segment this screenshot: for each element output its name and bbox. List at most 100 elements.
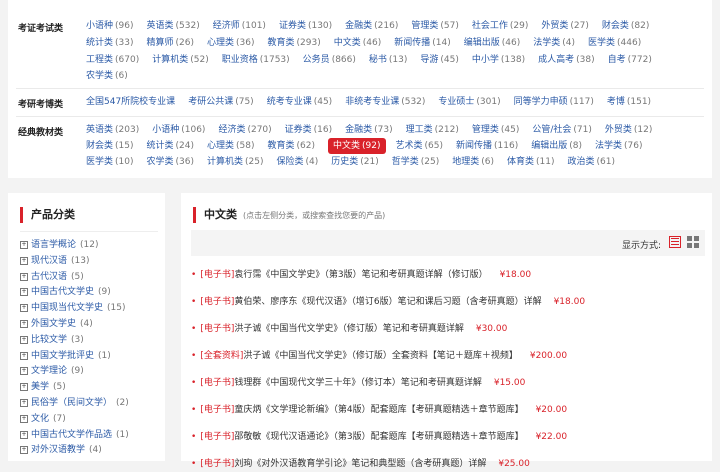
expand-plus-icon[interactable]: + [20, 398, 28, 407]
expand-plus-icon[interactable]: + [20, 319, 28, 328]
category-link[interactable]: 小语种 (96) [86, 18, 134, 34]
product-title-link[interactable]: 洪子诚《中国当代文学史》（修订版）笔记和考研真题详解 [234, 324, 464, 334]
product-item[interactable]: • [电子书]刘珣《对外汉语教育学引论》笔记和典型题（含考研真题）详解 ¥25.00 [191, 456, 530, 472]
category-link[interactable]: 同等学力申硕 (117) [514, 94, 594, 110]
category-link[interactable]: 哲学类 (25) [392, 154, 440, 170]
expand-plus-icon[interactable]: + [20, 335, 28, 344]
expand-plus-icon[interactable]: + [20, 272, 28, 281]
sidebar-item[interactable]: + 美学 (5) [20, 380, 129, 396]
category-link[interactable]: 证券类 (130) [279, 18, 332, 34]
category-link[interactable]: 统计类 (24) [147, 138, 195, 154]
category-link[interactable]: 全国547所院校专业课 [86, 94, 175, 110]
product-item[interactable]: • [全套资料]洪子诚《中国当代文学史》（修订版）全套资料【笔记＋题库＋视频】 ¥2… [191, 348, 567, 364]
category-link[interactable]: 成人高考 (38) [538, 52, 595, 68]
category-link[interactable]: 新闻传播 (14) [394, 35, 451, 51]
category-link[interactable]: 非统考专业课 (532) [345, 94, 425, 110]
sidebar-item[interactable]: + 文化 (7) [20, 412, 129, 428]
product-title-link[interactable]: 洪子诚《中国当代文学史》（修订版）全套资料【笔记＋题库＋视频】 [243, 351, 518, 361]
category-link[interactable]: 职业资格 (1753) [222, 52, 290, 68]
expand-plus-icon[interactable]: + [20, 241, 28, 249]
category-link[interactable]: 证券类 (16) [285, 122, 333, 138]
sidebar-item[interactable]: + 中国文学批评史 (1) [20, 349, 129, 365]
sidebar-item[interactable]: + 对外汉语教学 (4) [20, 443, 129, 459]
product-type-tag[interactable]: [电子书] [200, 432, 234, 442]
category-link[interactable]: 社会工作 (29) [472, 18, 529, 34]
category-link[interactable]: 保险类 (4) [277, 154, 319, 170]
category-link[interactable]: 自考 (772) [608, 52, 652, 68]
product-type-tag[interactable]: [电子书] [200, 405, 234, 415]
category-link[interactable]: 计算机类 (52) [152, 52, 209, 68]
category-link[interactable]: 艺术类 (65) [396, 138, 444, 154]
sidebar-item[interactable]: + 中国古代文学作品选 (1) [20, 428, 129, 444]
category-link[interactable]: 英语类 (203) [86, 122, 139, 138]
category-link[interactable]: 英语类 (532) [147, 18, 200, 34]
category-link[interactable]: 医学类 (10) [86, 154, 134, 170]
category-link[interactable]: 公务员 (866) [303, 52, 356, 68]
product-item[interactable]: • [电子书]袁行霈《中国文学史》（第3版）笔记和考研真题详解（修订版） ¥18.0… [191, 267, 531, 283]
category-link[interactable]: 统考专业课 (45) [267, 94, 333, 110]
sidebar-item[interactable]: + 古代汉语 (5) [20, 270, 129, 286]
list-view-icon[interactable] [669, 236, 681, 248]
grid-view-icon[interactable] [687, 236, 699, 248]
sidebar-item[interactable]: + 现代汉语 (13) [20, 254, 129, 270]
category-link[interactable]: 经济师 (101) [213, 18, 266, 34]
sidebar-item[interactable]: + 中国现当代文学史 (15) [20, 301, 129, 317]
product-item[interactable]: • [电子书]黄伯荣、廖序东《现代汉语》（增订6版）笔记和课后习题（含考研真题）详… [191, 294, 585, 310]
category-link[interactable]: 金融类 (73) [345, 122, 393, 138]
category-link[interactable]: 财会类 (15) [86, 138, 134, 154]
category-link[interactable]: 历史类 (21) [331, 154, 379, 170]
category-link[interactable]: 农学类 (6) [86, 68, 128, 84]
expand-plus-icon[interactable]: + [20, 288, 28, 297]
sidebar-item[interactable]: + 中国古代文学史 (9) [20, 285, 129, 301]
product-title-link[interactable]: 童庆炳《文学理论新编》（第4版）配套题库【考研真题精选＋章节题库】 [234, 405, 523, 415]
category-link[interactable]: 专业硕士 (301) [438, 94, 500, 110]
expand-plus-icon[interactable]: + [20, 430, 28, 439]
expand-plus-icon[interactable]: + [20, 304, 28, 313]
product-title-link[interactable]: 袁行霈《中国文学史》（第3版）笔记和考研真题详解（修订版） [234, 270, 487, 280]
sidebar-item[interactable]: + 文学理论 (9) [20, 364, 129, 380]
category-link[interactable]: 法学类 (76) [595, 138, 643, 154]
category-link[interactable]: 工程类 (670) [86, 52, 139, 68]
category-link[interactable]: 新闻传播 (116) [456, 138, 518, 154]
product-item[interactable]: • [电子书]洪子诚《中国当代文学史》（修订版）笔记和考研真题详解 ¥30.00 [191, 321, 507, 337]
category-link[interactable]: 教育类 (62) [268, 138, 316, 154]
category-link[interactable]: 法学类 (4) [533, 35, 575, 51]
category-link[interactable]: 编辑出版 (8) [531, 138, 582, 154]
category-link[interactable]: 外贸类 (27) [541, 18, 589, 34]
category-link[interactable]: 医学类 (446) [588, 35, 641, 51]
product-item[interactable]: • [电子书]钱理群《中国现代文学三十年》（修订本）笔记和考研真题详解 ¥15.00 [191, 375, 525, 391]
category-link[interactable]: 管理类 (45) [472, 122, 520, 138]
category-link[interactable]: 中文类 (46) [334, 35, 382, 51]
category-link[interactable]: 计算机类 (25) [207, 154, 264, 170]
category-link[interactable]: 秘书 (13) [369, 52, 408, 68]
category-link[interactable]: 心理类 (36) [207, 35, 255, 51]
product-title-link[interactable]: 黄伯荣、廖序东《现代汉语》（增订6版）笔记和课后习题（含考研真题）详解 [234, 297, 541, 307]
category-link[interactable]: 导游 (45) [420, 52, 459, 68]
category-link[interactable]: 统计类 (33) [86, 35, 134, 51]
category-link[interactable]: 农学类 (36) [147, 154, 195, 170]
category-link[interactable]: 体育类 (11) [507, 154, 555, 170]
category-link[interactable]: 教育类 (293) [268, 35, 321, 51]
product-type-tag[interactable]: [电子书] [200, 297, 234, 307]
product-type-tag[interactable]: [全套资料] [200, 351, 243, 361]
category-link[interactable]: 考研公共课 (75) [188, 94, 254, 110]
product-type-tag[interactable]: [电子书] [200, 378, 234, 388]
category-link[interactable]: 考博 (151) [607, 94, 651, 110]
expand-plus-icon[interactable]: + [20, 351, 28, 360]
product-title-link[interactable]: 钱理群《中国现代文学三十年》（修订本）笔记和考研真题详解 [234, 378, 482, 388]
category-link[interactable]: 财会类 (82) [602, 18, 650, 34]
expand-plus-icon[interactable]: + [20, 446, 28, 455]
category-link[interactable]: 经济类 (270) [218, 122, 271, 138]
expand-plus-icon[interactable]: + [20, 414, 28, 423]
category-link[interactable]: 编辑出版 (46) [464, 35, 521, 51]
expand-plus-icon[interactable]: + [20, 256, 28, 265]
expand-plus-icon[interactable]: + [20, 367, 28, 376]
category-link[interactable]: 精算师 (26) [147, 35, 195, 51]
category-link[interactable]: 理工类 (212) [406, 122, 459, 138]
category-link[interactable]: 中小学 (138) [472, 52, 525, 68]
category-link[interactable]: 公管/社会 (71) [532, 122, 592, 138]
category-link[interactable]: 金融类 (216) [345, 18, 398, 34]
product-type-tag[interactable]: [电子书] [200, 324, 234, 334]
category-link[interactable]: 政治类 (61) [568, 154, 616, 170]
product-item[interactable]: • [电子书]童庆炳《文学理论新编》（第4版）配套题库【考研真题精选＋章节题库】 ¥… [191, 402, 567, 418]
